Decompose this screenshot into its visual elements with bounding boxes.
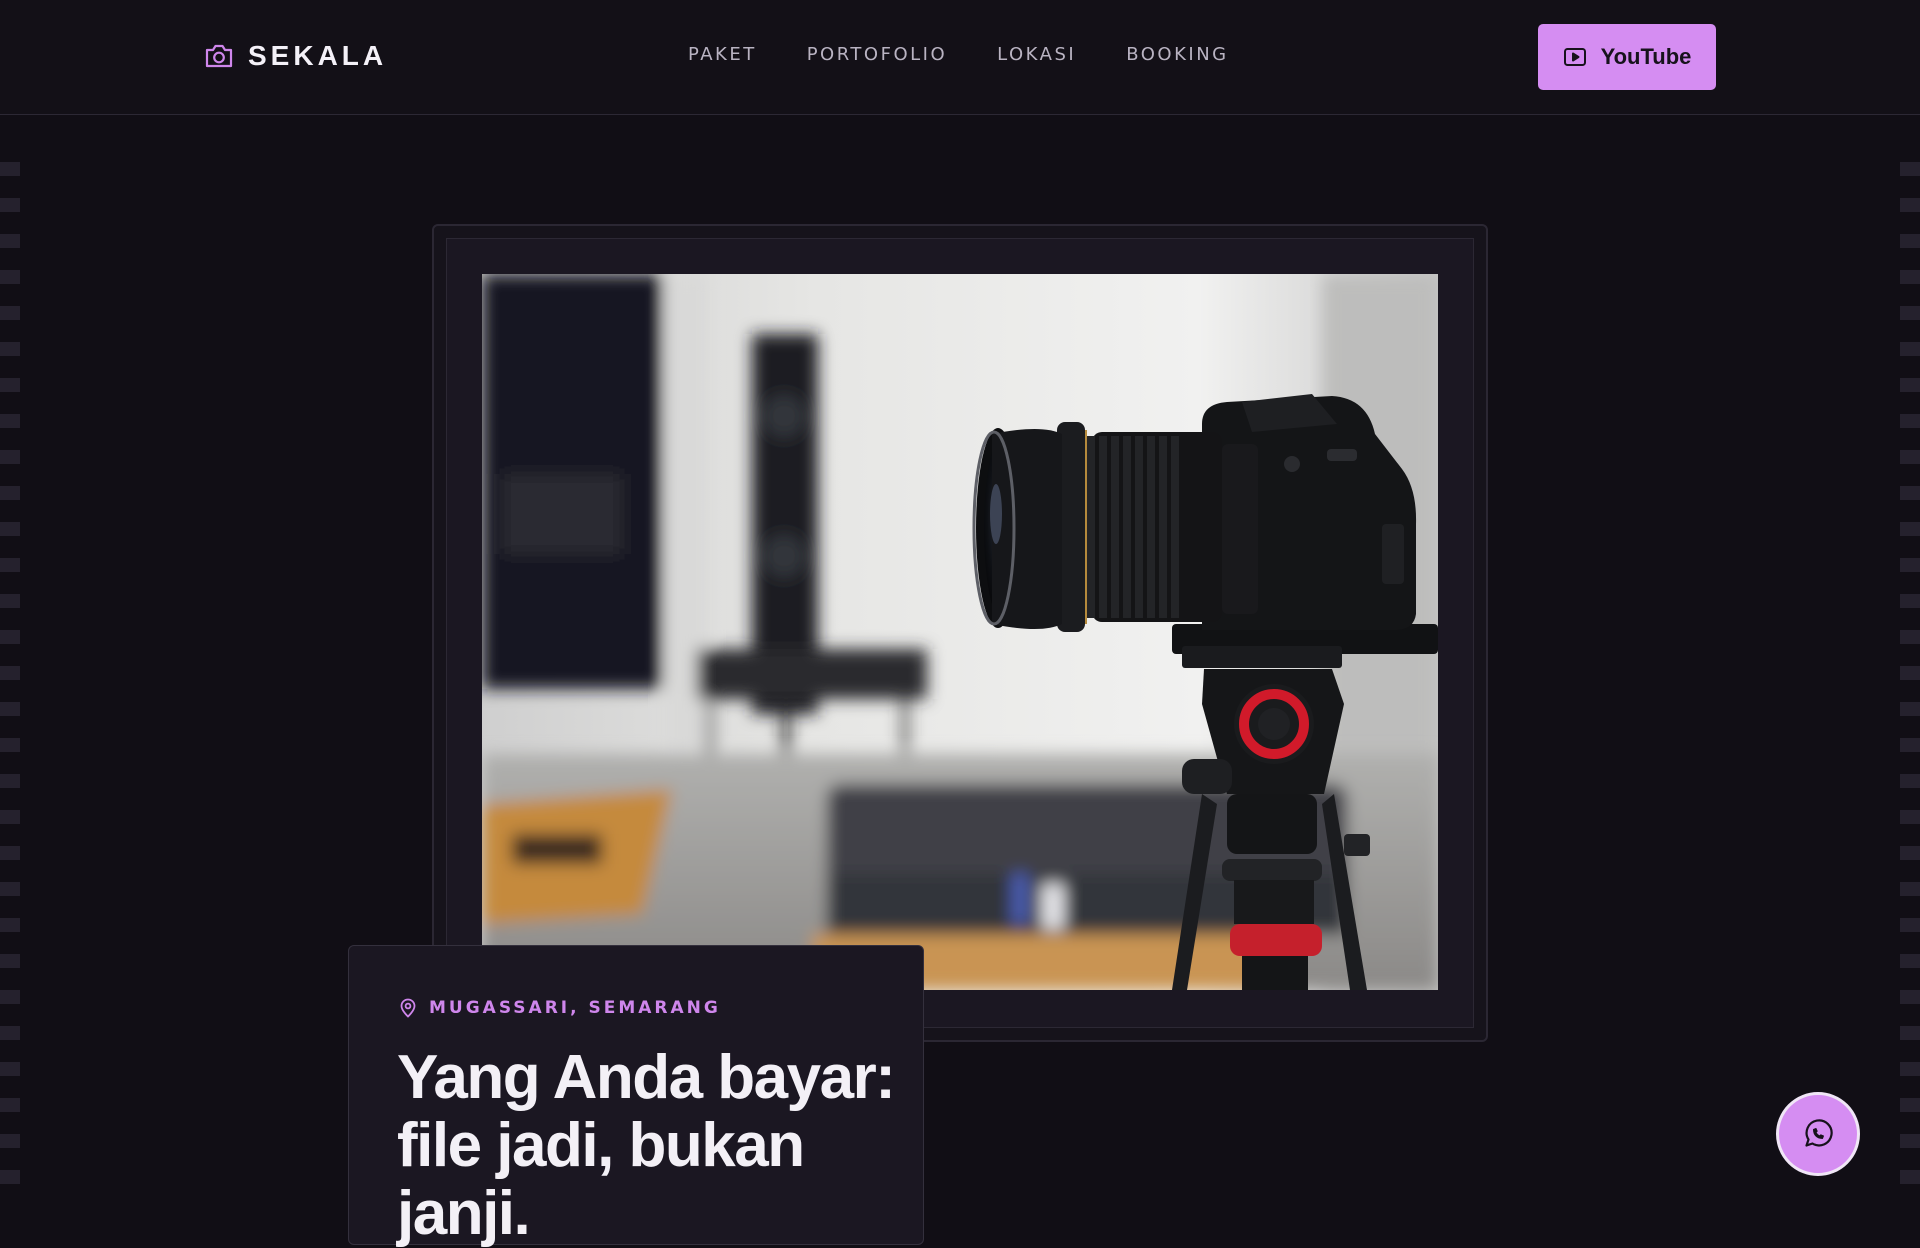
nav-item-lokasi[interactable]: LOKASI	[997, 44, 1076, 65]
nav-item-portofolio[interactable]: PORTOFOLIO	[807, 44, 947, 65]
youtube-button-label: YouTube	[1600, 44, 1692, 69]
youtube-button[interactable]: YouTube	[1538, 24, 1716, 90]
brand-logo[interactable]: SEKALA	[204, 40, 387, 72]
hero-card: MUGASSARI, SEMARANG Yang Anda bayar: fil…	[348, 945, 924, 1248]
whatsapp-button[interactable]	[1776, 1092, 1860, 1176]
nav-item-booking[interactable]: BOOKING	[1126, 44, 1228, 65]
site-header: SEKALA PAKET PORTOFOLIO LOKASI BOOKING Y…	[0, 0, 1920, 115]
camera-icon	[204, 42, 234, 70]
nav-item-paket[interactable]: PAKET	[688, 44, 757, 65]
play-square-icon	[1563, 47, 1587, 67]
location-text: MUGASSARI, SEMARANG	[429, 998, 721, 1018]
main-nav: PAKET PORTOFOLIO LOKASI BOOKING	[688, 44, 1229, 65]
location-label: MUGASSARI, SEMARANG	[399, 998, 721, 1018]
film-strip-right	[1900, 150, 1920, 1200]
whatsapp-icon	[1801, 1117, 1835, 1151]
film-strip-left	[0, 150, 20, 1200]
map-pin-icon	[399, 998, 417, 1018]
hero-headline: Yang Anda bayar: file jadi, bukan janji.	[397, 1043, 896, 1248]
brand-name: SEKALA	[248, 40, 388, 71]
hero-photo	[482, 274, 1438, 990]
